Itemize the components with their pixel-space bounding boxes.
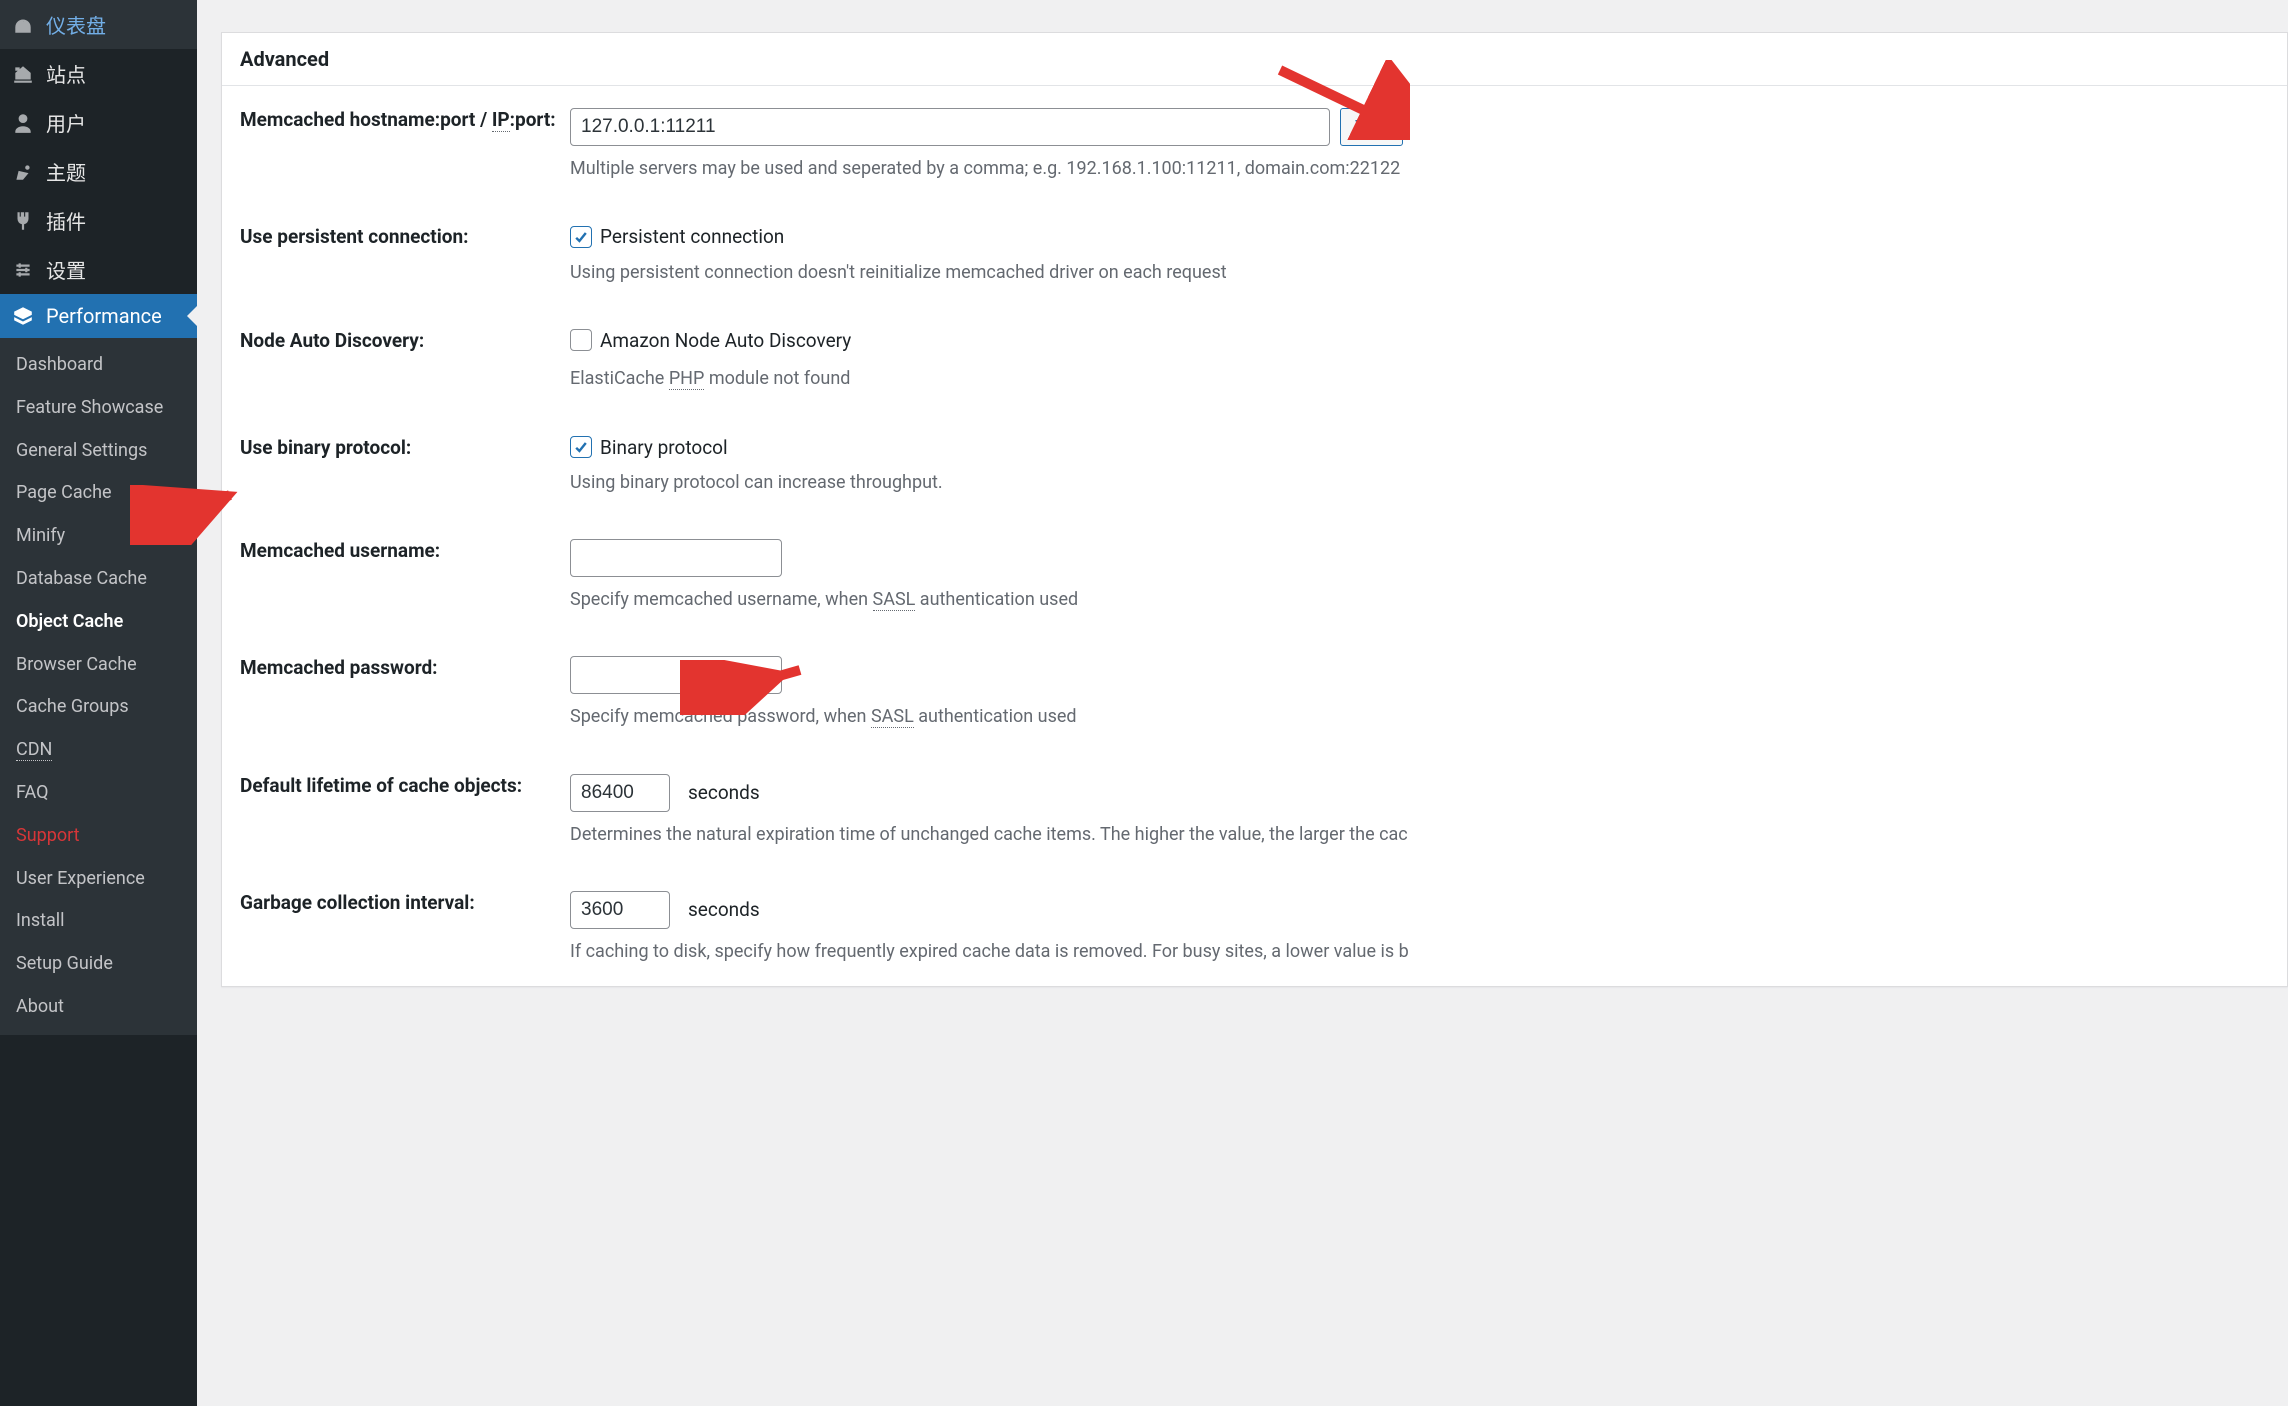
submenu-general-settings[interactable]: General Settings (0, 430, 197, 473)
memcached-host-input[interactable] (570, 108, 1330, 146)
submenu-database-cache[interactable]: Database Cache (0, 558, 197, 601)
row-memcached-host: Memcached hostname:port / IP:port: Test … (240, 86, 2269, 203)
test-button[interactable]: Test (1340, 108, 1403, 146)
label-memcached-username: Memcached username: (240, 539, 570, 612)
hint-memcached-host: Multiple servers may be used and seperat… (570, 156, 2269, 181)
submenu-install[interactable]: Install (0, 900, 197, 943)
submenu-cdn[interactable]: CDN (0, 729, 197, 772)
sidebar-item-label: 仪表盘 (46, 10, 106, 39)
memcached-username-input[interactable] (570, 539, 782, 577)
unit-seconds: seconds (688, 781, 760, 804)
submenu-faq[interactable]: FAQ (0, 772, 197, 815)
row-auto-discovery: Node Auto Discovery: Amazon Node Auto Di… (240, 307, 2269, 414)
submenu-user-experience[interactable]: User Experience (0, 858, 197, 901)
submenu-cache-groups[interactable]: Cache Groups (0, 686, 197, 729)
memcached-password-input[interactable] (570, 656, 782, 694)
submenu-support[interactable]: Support (0, 815, 197, 858)
advanced-panel: Advanced Memcached hostname:port / IP:po… (221, 32, 2288, 987)
label-default-lifetime: Default lifetime of cache objects: (240, 774, 570, 847)
users-icon (12, 112, 34, 134)
performance-submenu: Dashboard Feature Showcase General Setti… (0, 338, 197, 1035)
hint-auto-discovery: ElastiCache PHP module not found (570, 366, 2269, 391)
hint-default-lifetime: Determines the natural expiration time o… (570, 822, 2269, 847)
row-garbage-collection: Garbage collection interval: seconds If … (240, 869, 2269, 986)
label-garbage-collection: Garbage collection interval: (240, 891, 570, 964)
dashboard-icon (12, 14, 34, 36)
main-content: Advanced Memcached hostname:port / IP:po… (197, 0, 2288, 1406)
label-auto-discovery: Node Auto Discovery: (240, 329, 570, 392)
default-lifetime-input[interactable] (570, 774, 670, 812)
sidebar-item-label: 插件 (46, 206, 86, 235)
submenu-setup-guide[interactable]: Setup Guide (0, 943, 197, 986)
row-binary: Use binary protocol: Binary protocol Usi… (240, 414, 2269, 518)
row-memcached-password: Memcached password: Specify memcached pa… (240, 634, 2269, 751)
sites-icon (12, 63, 34, 85)
sidebar-item-label: 用户 (46, 108, 86, 137)
panel-title: Advanced (222, 33, 2287, 86)
submenu-browser-cache[interactable]: Browser Cache (0, 644, 197, 687)
label-binary: Use binary protocol: (240, 436, 570, 496)
binary-checkbox[interactable] (570, 436, 592, 458)
settings-icon (12, 259, 34, 281)
sidebar-item-label: 设置 (46, 255, 86, 284)
sidebar-item-label: 站点 (46, 59, 86, 88)
sidebar-item-settings[interactable]: 设置 (0, 245, 197, 294)
submenu-feature-showcase[interactable]: Feature Showcase (0, 387, 197, 430)
hint-garbage-collection: If caching to disk, specify how frequent… (570, 939, 2269, 964)
sidebar-item-performance[interactable]: Performance (0, 294, 197, 338)
row-persistent: Use persistent connection: Persistent co… (240, 203, 2269, 307)
auto-checkbox-row[interactable]: Amazon Node Auto Discovery (570, 329, 851, 352)
sidebar-item-label: Performance (46, 304, 162, 328)
plugins-icon (12, 210, 34, 232)
sidebar-item-sites[interactable]: 站点 (0, 49, 197, 98)
hint-memcached-password: Specify memcached password, when SASL au… (570, 704, 2269, 729)
hint-memcached-username: Specify memcached username, when SASL au… (570, 587, 2269, 612)
label-memcached-host: Memcached hostname:port / IP:port: (240, 108, 570, 181)
label-memcached-password: Memcached password: (240, 656, 570, 729)
hint-persistent: Using persistent connection doesn't rein… (570, 260, 2269, 285)
persistent-checkbox[interactable] (570, 226, 592, 248)
themes-icon (12, 161, 34, 183)
sidebar-item-plugins[interactable]: 插件 (0, 196, 197, 245)
label-persistent: Use persistent connection: (240, 225, 570, 285)
row-default-lifetime: Default lifetime of cache objects: secon… (240, 752, 2269, 869)
sidebar-item-dashboard[interactable]: 仪表盘 (0, 0, 197, 49)
binary-checkbox-row[interactable]: Binary protocol (570, 436, 728, 459)
hint-binary: Using binary protocol can increase throu… (570, 470, 2269, 495)
auto-discovery-checkbox[interactable] (570, 329, 592, 351)
admin-sidebar: 仪表盘 站点 用户 主题 插件 设置 Performance Dashboard (0, 0, 197, 1406)
row-memcached-username: Memcached username: Specify memcached us… (240, 517, 2269, 634)
submenu-dashboard[interactable]: Dashboard (0, 344, 197, 387)
sidebar-item-users[interactable]: 用户 (0, 98, 197, 147)
sidebar-item-themes[interactable]: 主题 (0, 147, 197, 196)
submenu-page-cache[interactable]: Page Cache (0, 472, 197, 515)
persistent-checkbox-row[interactable]: Persistent connection (570, 225, 784, 248)
garbage-collection-input[interactable] (570, 891, 670, 929)
submenu-object-cache[interactable]: Object Cache (0, 601, 197, 644)
submenu-about[interactable]: About (0, 986, 197, 1029)
performance-icon (12, 305, 34, 327)
sidebar-item-label: 主题 (46, 157, 86, 186)
submenu-minify[interactable]: Minify (0, 515, 197, 558)
unit-seconds: seconds (688, 898, 760, 921)
